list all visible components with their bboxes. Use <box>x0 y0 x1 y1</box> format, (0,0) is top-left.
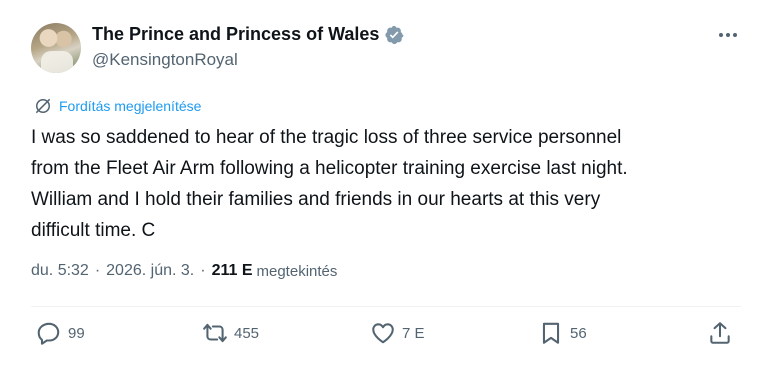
more-dot-icon <box>726 33 730 37</box>
retweet-count: 455 <box>234 324 260 342</box>
like-button[interactable]: 7 E <box>370 320 425 346</box>
more-dot-icon <box>719 33 723 37</box>
meta-separator: · <box>94 262 101 279</box>
share-icon <box>710 322 730 344</box>
author-name-row: The Prince and Princess of Wales <box>92 24 404 45</box>
author-display-name[interactable]: The Prince and Princess of Wales <box>92 24 379 45</box>
bookmark-icon <box>542 322 560 344</box>
reply-icon <box>37 322 60 345</box>
share-button[interactable] <box>707 320 733 346</box>
tweet-date[interactable]: 2026. jún. 3. <box>106 262 194 280</box>
retweet-icon <box>203 323 227 343</box>
bookmark-button[interactable]: 56 <box>538 320 587 346</box>
author-handle[interactable]: @KensingtonRoyal <box>92 50 238 70</box>
retweet-button[interactable]: 455 <box>202 320 259 346</box>
tweet-text-line: I was so saddened to hear of the tragic … <box>31 127 622 148</box>
like-count: 7 E <box>402 324 425 342</box>
verified-badge-icon <box>385 25 404 44</box>
bookmark-count: 56 <box>570 324 587 342</box>
more-dot-icon <box>733 33 737 37</box>
heart-icon <box>372 323 394 344</box>
reply-button[interactable]: 99 <box>36 320 85 346</box>
tweet-text-line: difficult time. C <box>31 220 156 241</box>
reply-count: 99 <box>68 324 85 342</box>
views-count[interactable]: 211 E <box>212 262 253 280</box>
tweet-meta: du. 5:32 · 2026. jún. 3. · 211 E megteki… <box>31 262 337 280</box>
divider <box>31 306 741 307</box>
tweet-text-line: William and I hold their families and fr… <box>31 189 601 210</box>
translate-label: Fordítás megjelenítése <box>59 98 202 114</box>
action-bar: 99 455 7 E 56 <box>0 320 772 354</box>
translate-icon <box>35 98 51 114</box>
avatar[interactable] <box>31 23 81 73</box>
translate-link[interactable]: Fordítás megjelenítése <box>33 96 201 116</box>
tweet-text: I was so saddened to hear of the tragic … <box>31 122 751 246</box>
tweet-time[interactable]: du. 5:32 <box>31 262 89 280</box>
tweet-text-line: from the Fleet Air Arm following a helic… <box>31 158 628 179</box>
views-label: megtekintés <box>256 262 338 280</box>
meta-separator: · <box>200 262 206 279</box>
more-options-button[interactable] <box>716 26 740 44</box>
